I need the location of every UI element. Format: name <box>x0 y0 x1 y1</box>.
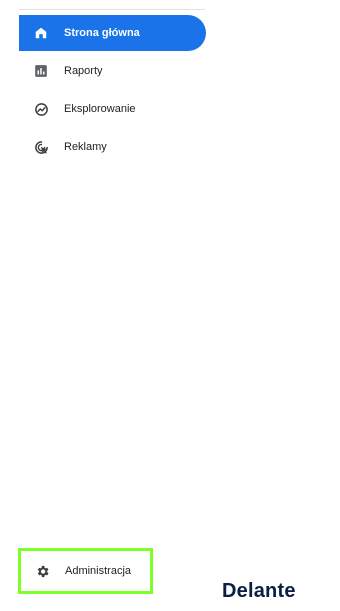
gear-icon <box>34 563 50 579</box>
sidebar-item-label: Strona główna <box>64 27 140 39</box>
sidebar-item-home[interactable]: Strona główna <box>19 15 206 51</box>
home-icon <box>33 25 49 41</box>
sidebar-nav: Strona główna Raporty Eksplorowanie Rekl… <box>19 15 206 167</box>
sidebar-item-reports[interactable]: Raporty <box>19 53 206 89</box>
brand-logo: Delante <box>222 580 296 602</box>
admin-button[interactable]: Administracja <box>18 548 153 594</box>
sidebar-item-explore[interactable]: Eksplorowanie <box>19 91 206 127</box>
top-divider <box>19 9 205 10</box>
sidebar-item-label: Eksplorowanie <box>64 103 136 115</box>
sidebar-item-label: Raporty <box>64 65 103 77</box>
sidebar-item-label: Reklamy <box>64 141 107 153</box>
reports-icon <box>33 63 49 79</box>
advertising-icon <box>33 139 49 155</box>
explore-icon <box>33 101 49 117</box>
admin-label: Administracja <box>65 565 132 577</box>
sidebar-item-advertising[interactable]: Reklamy <box>19 129 206 165</box>
sidebar-panel: Strona główna Raporty Eksplorowanie Rekl… <box>0 0 340 611</box>
